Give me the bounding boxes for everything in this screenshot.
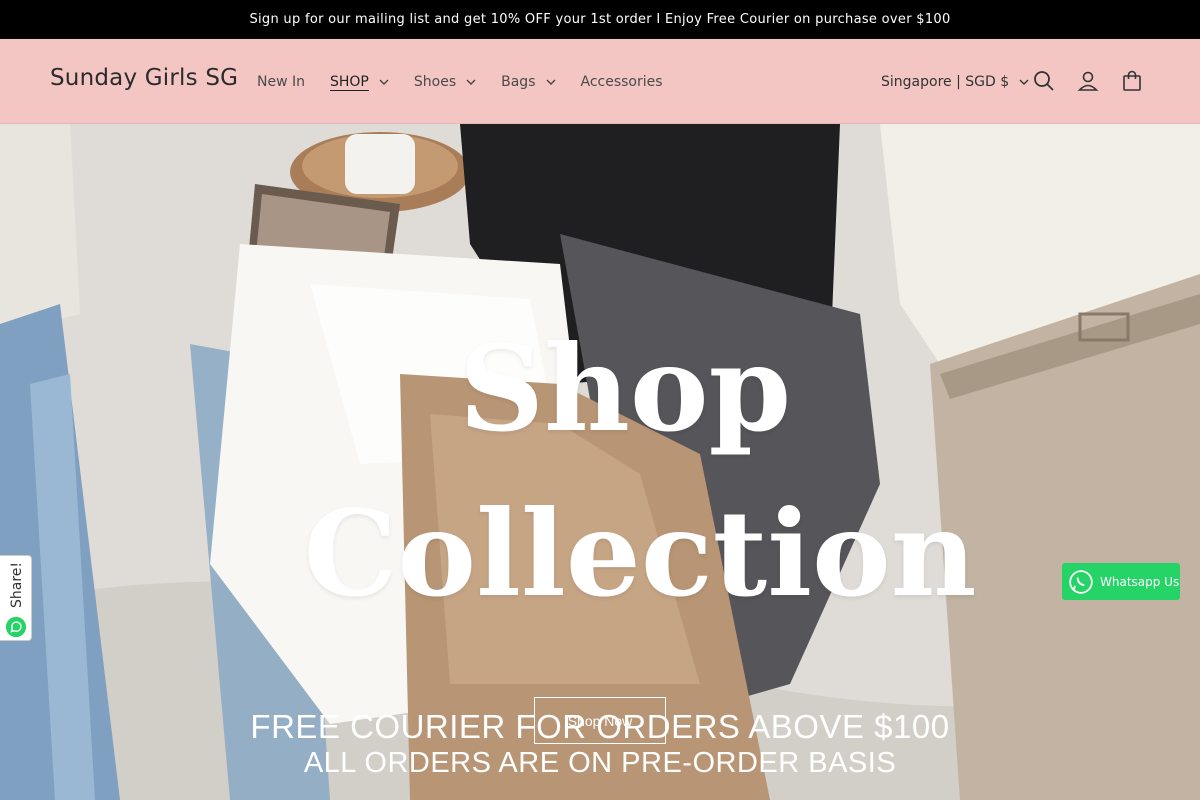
whatsapp-label: Whatsapp Us [1100, 574, 1180, 589]
nav-label: Accessories [580, 73, 663, 90]
nav-shop[interactable]: SHOP [330, 74, 389, 90]
hero-title-line2: Collection [303, 484, 977, 623]
site-header: Sunday Girls SG New In SHOP Shoes Bags A… [0, 39, 1200, 124]
nav-new-in[interactable]: New In [257, 74, 305, 90]
account-icon[interactable] [1076, 69, 1100, 93]
nav-accessories[interactable]: Accessories [581, 74, 663, 90]
currency-label: Singapore | SGD $ [881, 73, 1010, 90]
shop-now-button[interactable]: Shop Now [534, 697, 666, 744]
whatsapp-icon [1068, 569, 1094, 595]
chevron-down-icon [546, 77, 556, 87]
nav-bags[interactable]: Bags [501, 74, 555, 90]
chevron-down-icon [1019, 77, 1029, 87]
nav-shoes[interactable]: Shoes [414, 74, 476, 90]
nav-label: Shoes [413, 73, 457, 90]
store-logo[interactable]: Sunday Girls SG [50, 65, 238, 91]
hero-banner: Shop Collection FREE COURIER FOR ORDERS … [0, 124, 1200, 800]
hero-title-line1: Shop [458, 319, 792, 458]
whatsapp-us-button[interactable]: Whatsapp Us [1062, 563, 1180, 600]
search-icon[interactable] [1032, 69, 1056, 93]
cart-icon[interactable] [1120, 69, 1144, 93]
share-label: Share! [9, 561, 25, 608]
chevron-down-icon [379, 77, 389, 87]
chevron-down-icon [466, 77, 476, 87]
share-tab[interactable]: Share! [0, 555, 32, 641]
nav-label: New In [257, 73, 305, 90]
nav-label: SHOP [330, 73, 369, 90]
nav-label: Bags [501, 73, 536, 90]
whatsapp-icon [5, 616, 27, 638]
announcement-text: Sign up for our mailing list and get 10%… [249, 12, 951, 27]
currency-selector[interactable]: Singapore | SGD $ [881, 39, 1029, 124]
main-nav: New In SHOP Shoes Bags Accessories [257, 39, 688, 124]
announcement-bar: Sign up for our mailing list and get 10%… [0, 0, 1200, 39]
promo-line2: ALL ORDERS ARE ON PRE-ORDER BASIS [303, 747, 897, 779]
